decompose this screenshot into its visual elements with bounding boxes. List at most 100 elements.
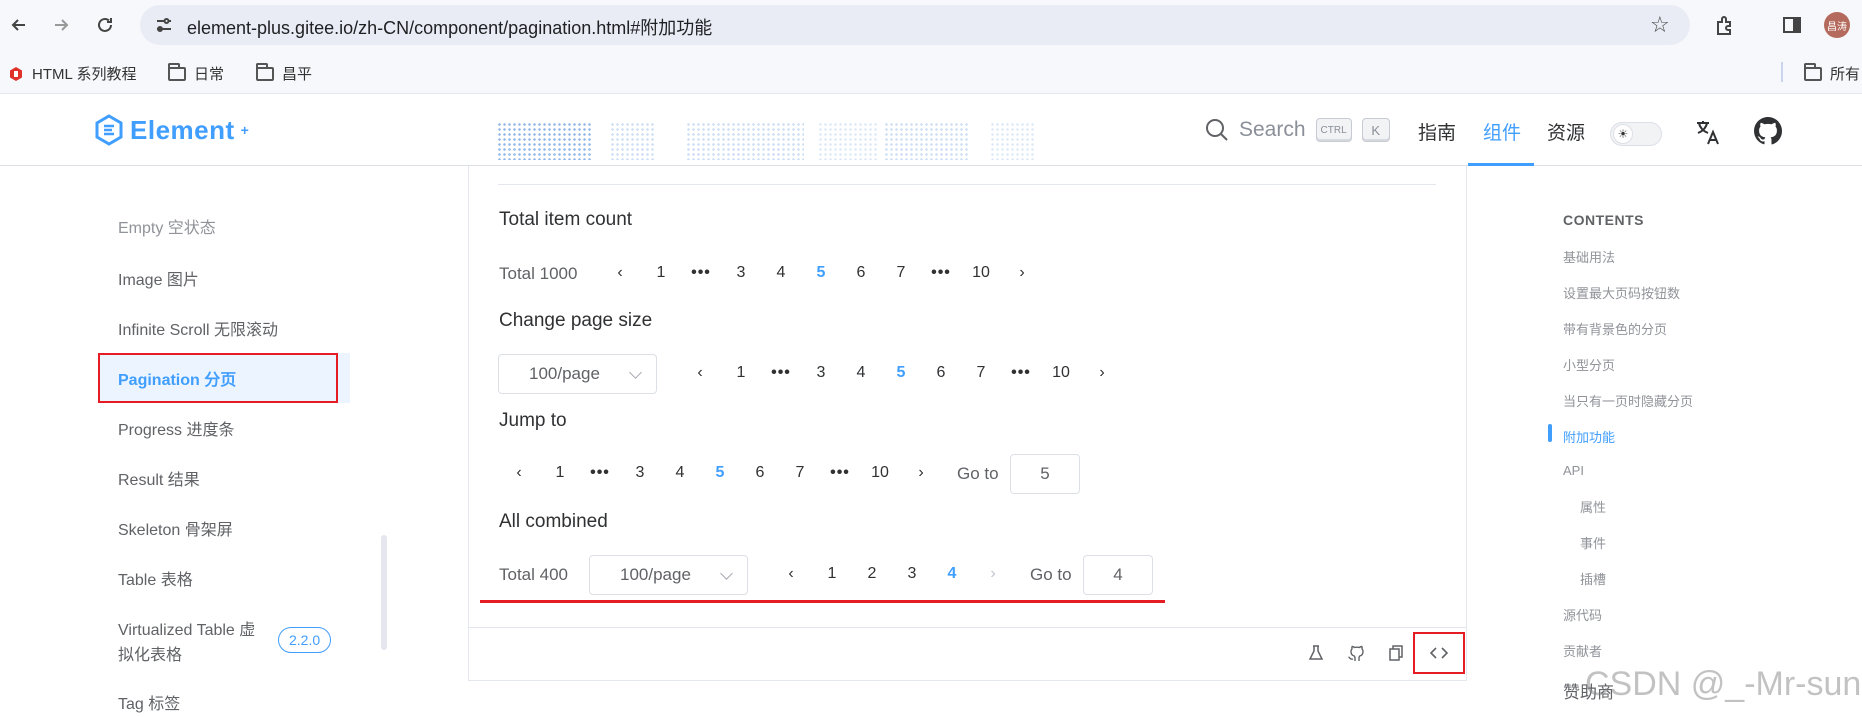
toc-item[interactable]: 设置最大页码按钮数 [1563, 283, 1680, 302]
logo-text: Element [130, 114, 235, 145]
sidebar-item-infinite-scroll[interactable]: Infinite Scroll 无限滚动 [118, 316, 278, 340]
forward-icon[interactable] [48, 12, 74, 38]
page-number-button[interactable]: 6 [937, 364, 946, 382]
sidebar-scrollbar[interactable] [381, 535, 387, 650]
bookmark-html-tutorial[interactable]: HTML 系列教程 [8, 63, 136, 84]
sidebar-item-virtualized-table-line2[interactable]: 拟化表格 [118, 641, 182, 665]
toc-item[interactable]: 贡献者 [1563, 641, 1602, 660]
pagination-total: Total 400 [499, 565, 568, 584]
sidebar-item-virtualized-table[interactable]: Virtualized Table 虚 [118, 616, 255, 640]
copy-icon[interactable] [1385, 642, 1407, 664]
page-number-button[interactable]: 1 [737, 364, 746, 382]
toc-active-marker [1548, 424, 1552, 442]
next-page-button[interactable]: › [1019, 264, 1024, 282]
page-number-button[interactable]: 3 [908, 565, 917, 583]
page-number-button[interactable]: 1 [657, 264, 666, 282]
translate-icon[interactable] [1694, 118, 1722, 146]
more-pages-button[interactable]: ••• [1011, 364, 1031, 382]
page-number-button[interactable]: 1 [828, 565, 837, 583]
toc-item[interactable]: 附加功能 [1563, 427, 1615, 446]
toc-item[interactable]: 插槽 [1580, 569, 1606, 588]
reload-icon[interactable] [92, 12, 118, 38]
sidebar-item-tag[interactable]: Tag 标签 [118, 690, 180, 714]
more-pages-button[interactable]: ••• [590, 464, 610, 482]
url-text[interactable]: element-plus.gitee.io/zh-CN/component/pa… [187, 14, 712, 40]
section-title-jump-to: Jump to [499, 410, 567, 431]
playground-icon[interactable] [1305, 642, 1327, 664]
page-number-button[interactable]: 6 [756, 464, 765, 482]
next-page-button[interactable]: › [1099, 364, 1104, 382]
nav-component[interactable]: 组件 [1483, 118, 1521, 145]
goto-page-input[interactable]: 5 [1010, 454, 1080, 494]
github-icon[interactable] [1754, 117, 1782, 145]
sidebar-item-progress[interactable]: Progress 进度条 [118, 416, 234, 440]
page-size-select[interactable]: 100/page [589, 555, 748, 595]
page-number-button[interactable]: 3 [737, 264, 746, 282]
all-bookmarks-folder[interactable]: 所有 [1804, 62, 1860, 84]
next-page-button[interactable]: › [918, 464, 923, 482]
prev-page-button[interactable]: ‹ [516, 464, 521, 482]
bookmark-star-icon[interactable]: ☆ [1650, 12, 1670, 38]
toc-item[interactable]: 事件 [1580, 533, 1606, 552]
page-number-button[interactable]: 10 [972, 264, 990, 282]
sidebar-item-result[interactable]: Result 结果 [118, 466, 200, 490]
sidebar-item-table[interactable]: Table 表格 [118, 566, 193, 590]
kbd-k: K [1361, 118, 1390, 142]
doc-search-button[interactable]: Search CTRL K [1205, 118, 1390, 142]
page-number-button[interactable]: 5 [897, 364, 906, 382]
page-number-button[interactable]: 5 [716, 464, 725, 482]
page-number-button[interactable]: 10 [871, 464, 889, 482]
page-number-button[interactable]: 7 [796, 464, 805, 482]
more-pages-button[interactable]: ••• [830, 464, 850, 482]
bookmark-label: HTML 系列教程 [32, 66, 137, 83]
profile-avatar[interactable]: 昌涛 [1824, 12, 1850, 38]
page-number-button[interactable]: 3 [636, 464, 645, 482]
site-settings-icon[interactable] [154, 15, 174, 35]
extensions-icon[interactable] [1713, 14, 1735, 36]
bookmark-folder-daily[interactable]: 日常 [168, 62, 224, 84]
toc-item[interactable]: API [1563, 463, 1584, 478]
element-plus-logo[interactable]: Element + [94, 114, 249, 146]
page-number-button[interactable]: 6 [857, 264, 866, 282]
page-number-button[interactable]: 7 [897, 264, 906, 282]
page-number-button[interactable]: 4 [777, 264, 786, 282]
goto-page-input[interactable]: 4 [1083, 555, 1153, 595]
more-pages-button[interactable]: ••• [771, 364, 791, 382]
page-number-button[interactable]: 7 [977, 364, 986, 382]
toc-item[interactable]: 小型分页 [1563, 355, 1615, 374]
nav-resource[interactable]: 资源 [1547, 118, 1585, 145]
page-number-button[interactable]: 10 [1052, 364, 1070, 382]
toc-item[interactable]: 源代码 [1563, 605, 1602, 624]
decorative-dots [686, 122, 804, 160]
prev-page-button[interactable]: ‹ [697, 364, 702, 382]
sidebar-item-skeleton[interactable]: Skeleton 骨架屏 [118, 516, 233, 540]
annotation-highlight-box [98, 353, 338, 403]
page-number-button[interactable]: 1 [556, 464, 565, 482]
page-number-button[interactable]: 2 [868, 565, 877, 583]
page-size-select[interactable]: 100/page [498, 354, 657, 394]
github-icon[interactable] [1345, 642, 1367, 664]
side-panel-icon[interactable] [1781, 14, 1803, 36]
annotation-highlight-box [1413, 632, 1465, 674]
sidebar-item-image[interactable]: Image 图片 [118, 266, 199, 290]
page-number-button[interactable]: 4 [676, 464, 685, 482]
sidebar-item-empty[interactable]: Empty 空状态 [118, 214, 216, 238]
toc-item[interactable]: 属性 [1580, 497, 1606, 516]
toc-item[interactable]: 基础用法 [1563, 247, 1615, 266]
nav-active-underline [1468, 163, 1534, 166]
nav-guide[interactable]: 指南 [1418, 118, 1456, 145]
prev-page-button[interactable]: ‹ [617, 264, 622, 282]
prev-page-button[interactable]: ‹ [788, 565, 793, 583]
page-number-button[interactable]: 3 [817, 364, 826, 382]
page-number-button[interactable]: 4 [948, 565, 957, 583]
theme-toggle[interactable]: ☀ [1610, 122, 1662, 146]
sun-icon: ☀ [1613, 124, 1633, 144]
back-icon[interactable] [6, 12, 32, 38]
toc-item[interactable]: 当只有一页时隐藏分页 [1563, 391, 1693, 410]
page-number-button[interactable]: 5 [817, 264, 826, 282]
bookmark-folder-changping[interactable]: 昌平 [256, 62, 312, 84]
more-pages-button[interactable]: ••• [931, 264, 951, 282]
toc-item[interactable]: 带有背景色的分页 [1563, 319, 1667, 338]
more-pages-button[interactable]: ••• [691, 264, 711, 282]
page-number-button[interactable]: 4 [857, 364, 866, 382]
